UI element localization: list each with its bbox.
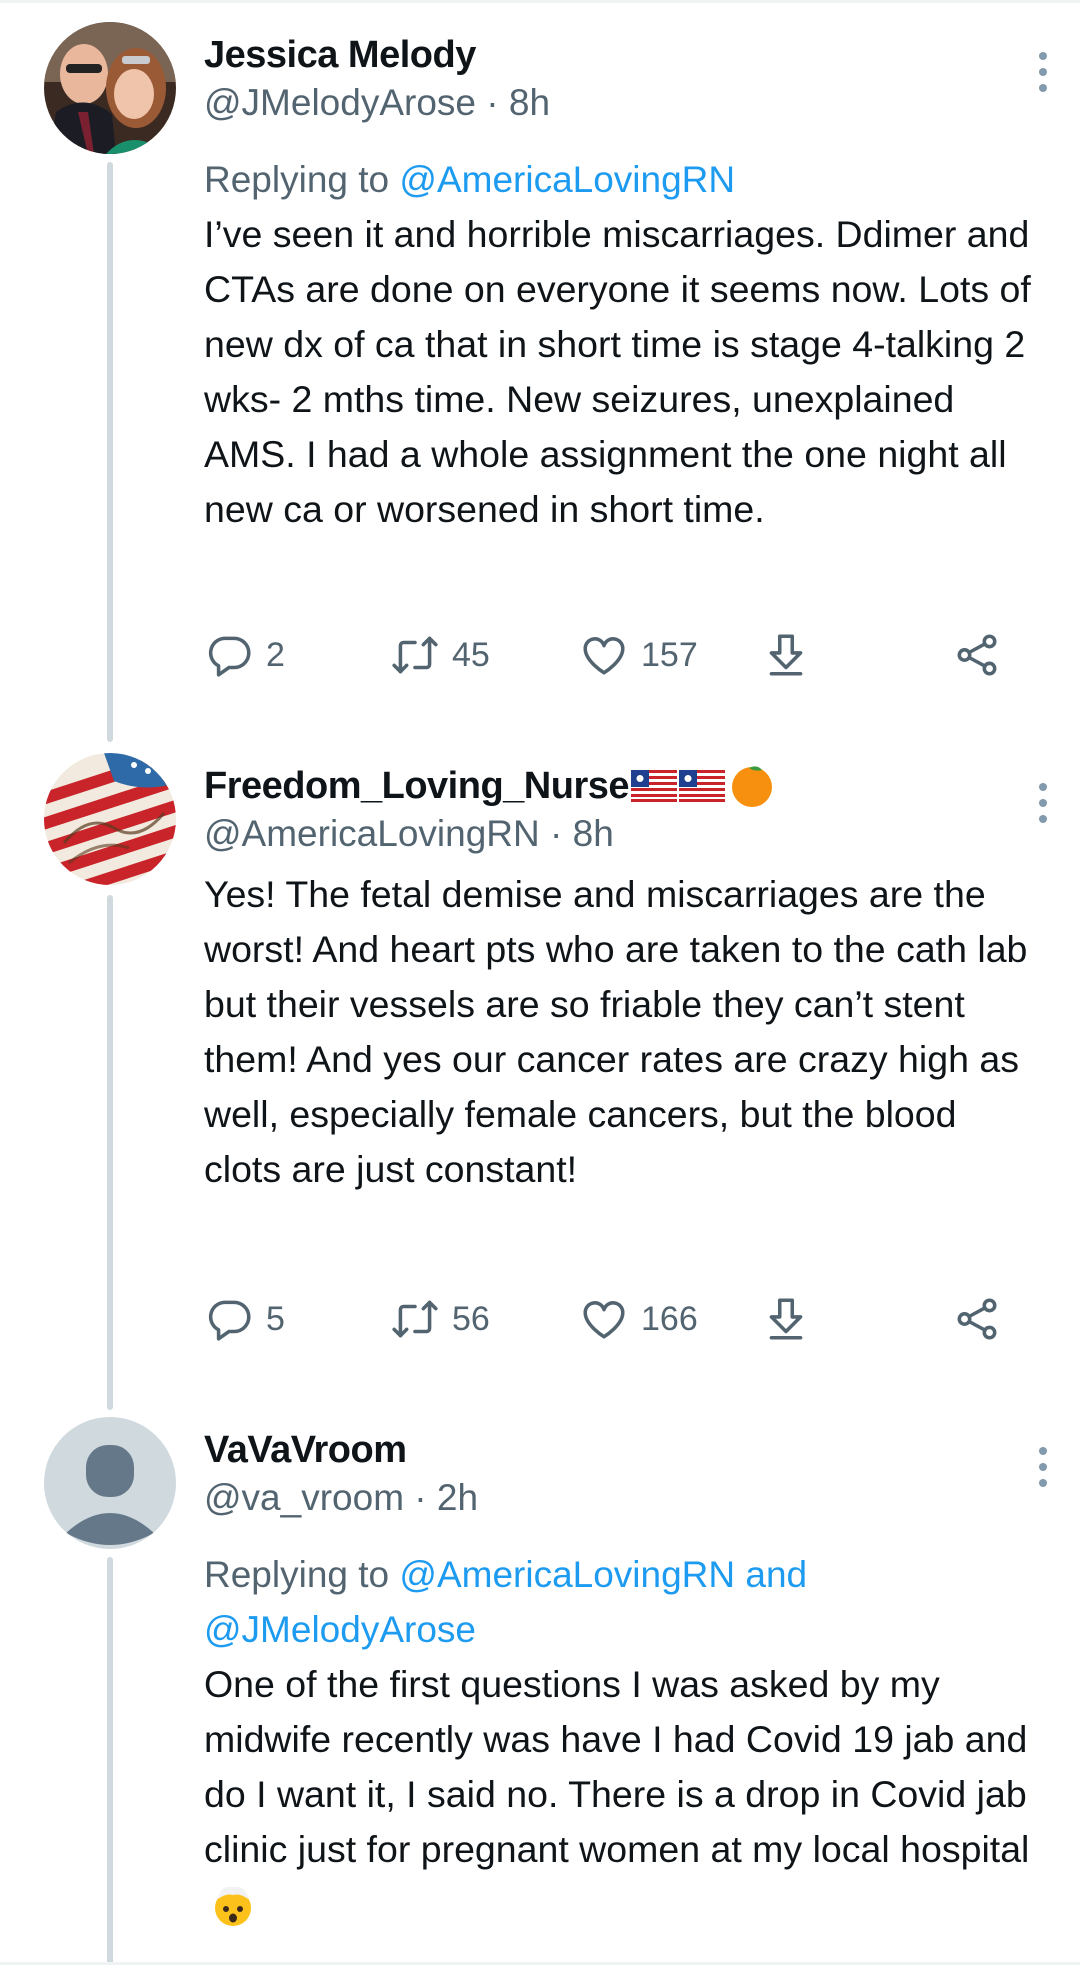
timestamp[interactable]: 8h bbox=[573, 813, 614, 854]
tweet[interactable]: Jessica Melody @JMelodyArose · 8h Replyi… bbox=[0, 22, 1080, 742]
avatar-photo bbox=[44, 753, 176, 885]
download-arrow-icon bbox=[769, 634, 803, 676]
separator: · bbox=[550, 813, 563, 854]
avatar[interactable] bbox=[44, 753, 176, 885]
exploding-head-emoji bbox=[215, 1886, 251, 1926]
timestamp[interactable]: 2h bbox=[437, 1477, 478, 1518]
action-bar: 2 45 157 bbox=[204, 625, 1040, 685]
tweet[interactable]: Freedom_Loving_Nurse @AmericaLovingRN · … bbox=[0, 753, 1080, 1393]
retweet-icon bbox=[392, 1300, 438, 1338]
replying-to: Replying to @AmericaLovingRN and @JMelod… bbox=[204, 1547, 1040, 1657]
save-button[interactable] bbox=[761, 1289, 811, 1349]
share-button[interactable] bbox=[952, 1289, 1002, 1349]
like-button[interactable]: 157 bbox=[579, 625, 698, 685]
reply-button[interactable]: 2 bbox=[204, 625, 285, 685]
like-count: 157 bbox=[641, 635, 698, 674]
reply-count: 2 bbox=[266, 635, 285, 674]
handle-and-time: @JMelodyArose · 8h bbox=[204, 78, 1040, 128]
reply-button[interactable]: 5 bbox=[204, 1289, 285, 1349]
reply-count: 5 bbox=[266, 1299, 285, 1338]
display-name[interactable]: Freedom_Loving_Nurse bbox=[204, 761, 1040, 811]
action-bar: 5 56 166 bbox=[204, 1289, 1040, 1349]
more-vertical-icon[interactable] bbox=[1028, 1445, 1058, 1495]
display-name-text: Freedom_Loving_Nurse bbox=[204, 765, 630, 807]
more-vertical-icon[interactable] bbox=[1028, 781, 1058, 831]
default-avatar-icon bbox=[44, 1417, 176, 1549]
reply-icon bbox=[208, 1300, 251, 1341]
download-arrow-icon bbox=[769, 1298, 803, 1340]
handle[interactable]: @JMelodyArose bbox=[204, 82, 476, 123]
retweet-button[interactable]: 45 bbox=[390, 625, 490, 685]
reply-prefix: Replying to bbox=[204, 159, 400, 200]
retweet-button[interactable]: 56 bbox=[390, 1289, 490, 1349]
handle-and-time: @AmericaLovingRN · 8h bbox=[204, 809, 1040, 859]
timestamp[interactable]: 8h bbox=[509, 82, 550, 123]
tweet-text: One of the first questions I was asked b… bbox=[204, 1657, 1040, 1932]
replying-to: Replying to @AmericaLovingRN bbox=[204, 152, 1040, 207]
handle[interactable]: @AmericaLovingRN bbox=[204, 813, 540, 854]
share-button[interactable] bbox=[952, 625, 1002, 685]
tweet-text: I’ve seen it and horrible miscarriages. … bbox=[204, 213, 1031, 530]
avatar[interactable] bbox=[44, 1417, 176, 1549]
handle[interactable]: @va_vroom bbox=[204, 1477, 404, 1518]
avatar-photo bbox=[44, 22, 176, 154]
liberia-flag-emoji bbox=[631, 770, 677, 802]
tweet-text: Yes! The fetal demise and miscarriages a… bbox=[204, 873, 1028, 1190]
handle-and-time: @va_vroom · 2h bbox=[204, 1473, 1040, 1523]
retweet-icon bbox=[392, 636, 438, 674]
tweet-text-body: One of the first questions I was asked b… bbox=[204, 1663, 1030, 1870]
more-vertical-icon[interactable] bbox=[1028, 50, 1058, 100]
display-name[interactable]: VaVaVroom bbox=[204, 1425, 1040, 1475]
avatar[interactable] bbox=[44, 22, 176, 154]
share-icon bbox=[957, 1298, 997, 1340]
heart-icon bbox=[583, 1301, 625, 1339]
top-divider bbox=[0, 0, 1080, 3]
separator: · bbox=[486, 82, 499, 123]
share-icon bbox=[957, 634, 997, 676]
save-button[interactable] bbox=[761, 625, 811, 685]
retweet-count: 45 bbox=[452, 635, 490, 674]
reply-icon bbox=[208, 636, 251, 677]
orange-emoji bbox=[732, 766, 772, 807]
liberia-flag-emoji bbox=[679, 770, 725, 802]
tweet[interactable]: VaVaVroom @va_vroom · 2h Replying to @Am… bbox=[0, 1417, 1080, 1965]
reply-mention[interactable]: @AmericaLovingRN bbox=[399, 159, 735, 200]
separator: · bbox=[414, 1477, 427, 1518]
like-count: 166 bbox=[641, 1299, 698, 1338]
heart-icon bbox=[583, 637, 625, 675]
display-name[interactable]: Jessica Melody bbox=[204, 30, 1040, 80]
reply-prefix: Replying to bbox=[204, 1554, 400, 1595]
retweet-count: 56 bbox=[452, 1299, 490, 1338]
like-button[interactable]: 166 bbox=[579, 1289, 698, 1349]
